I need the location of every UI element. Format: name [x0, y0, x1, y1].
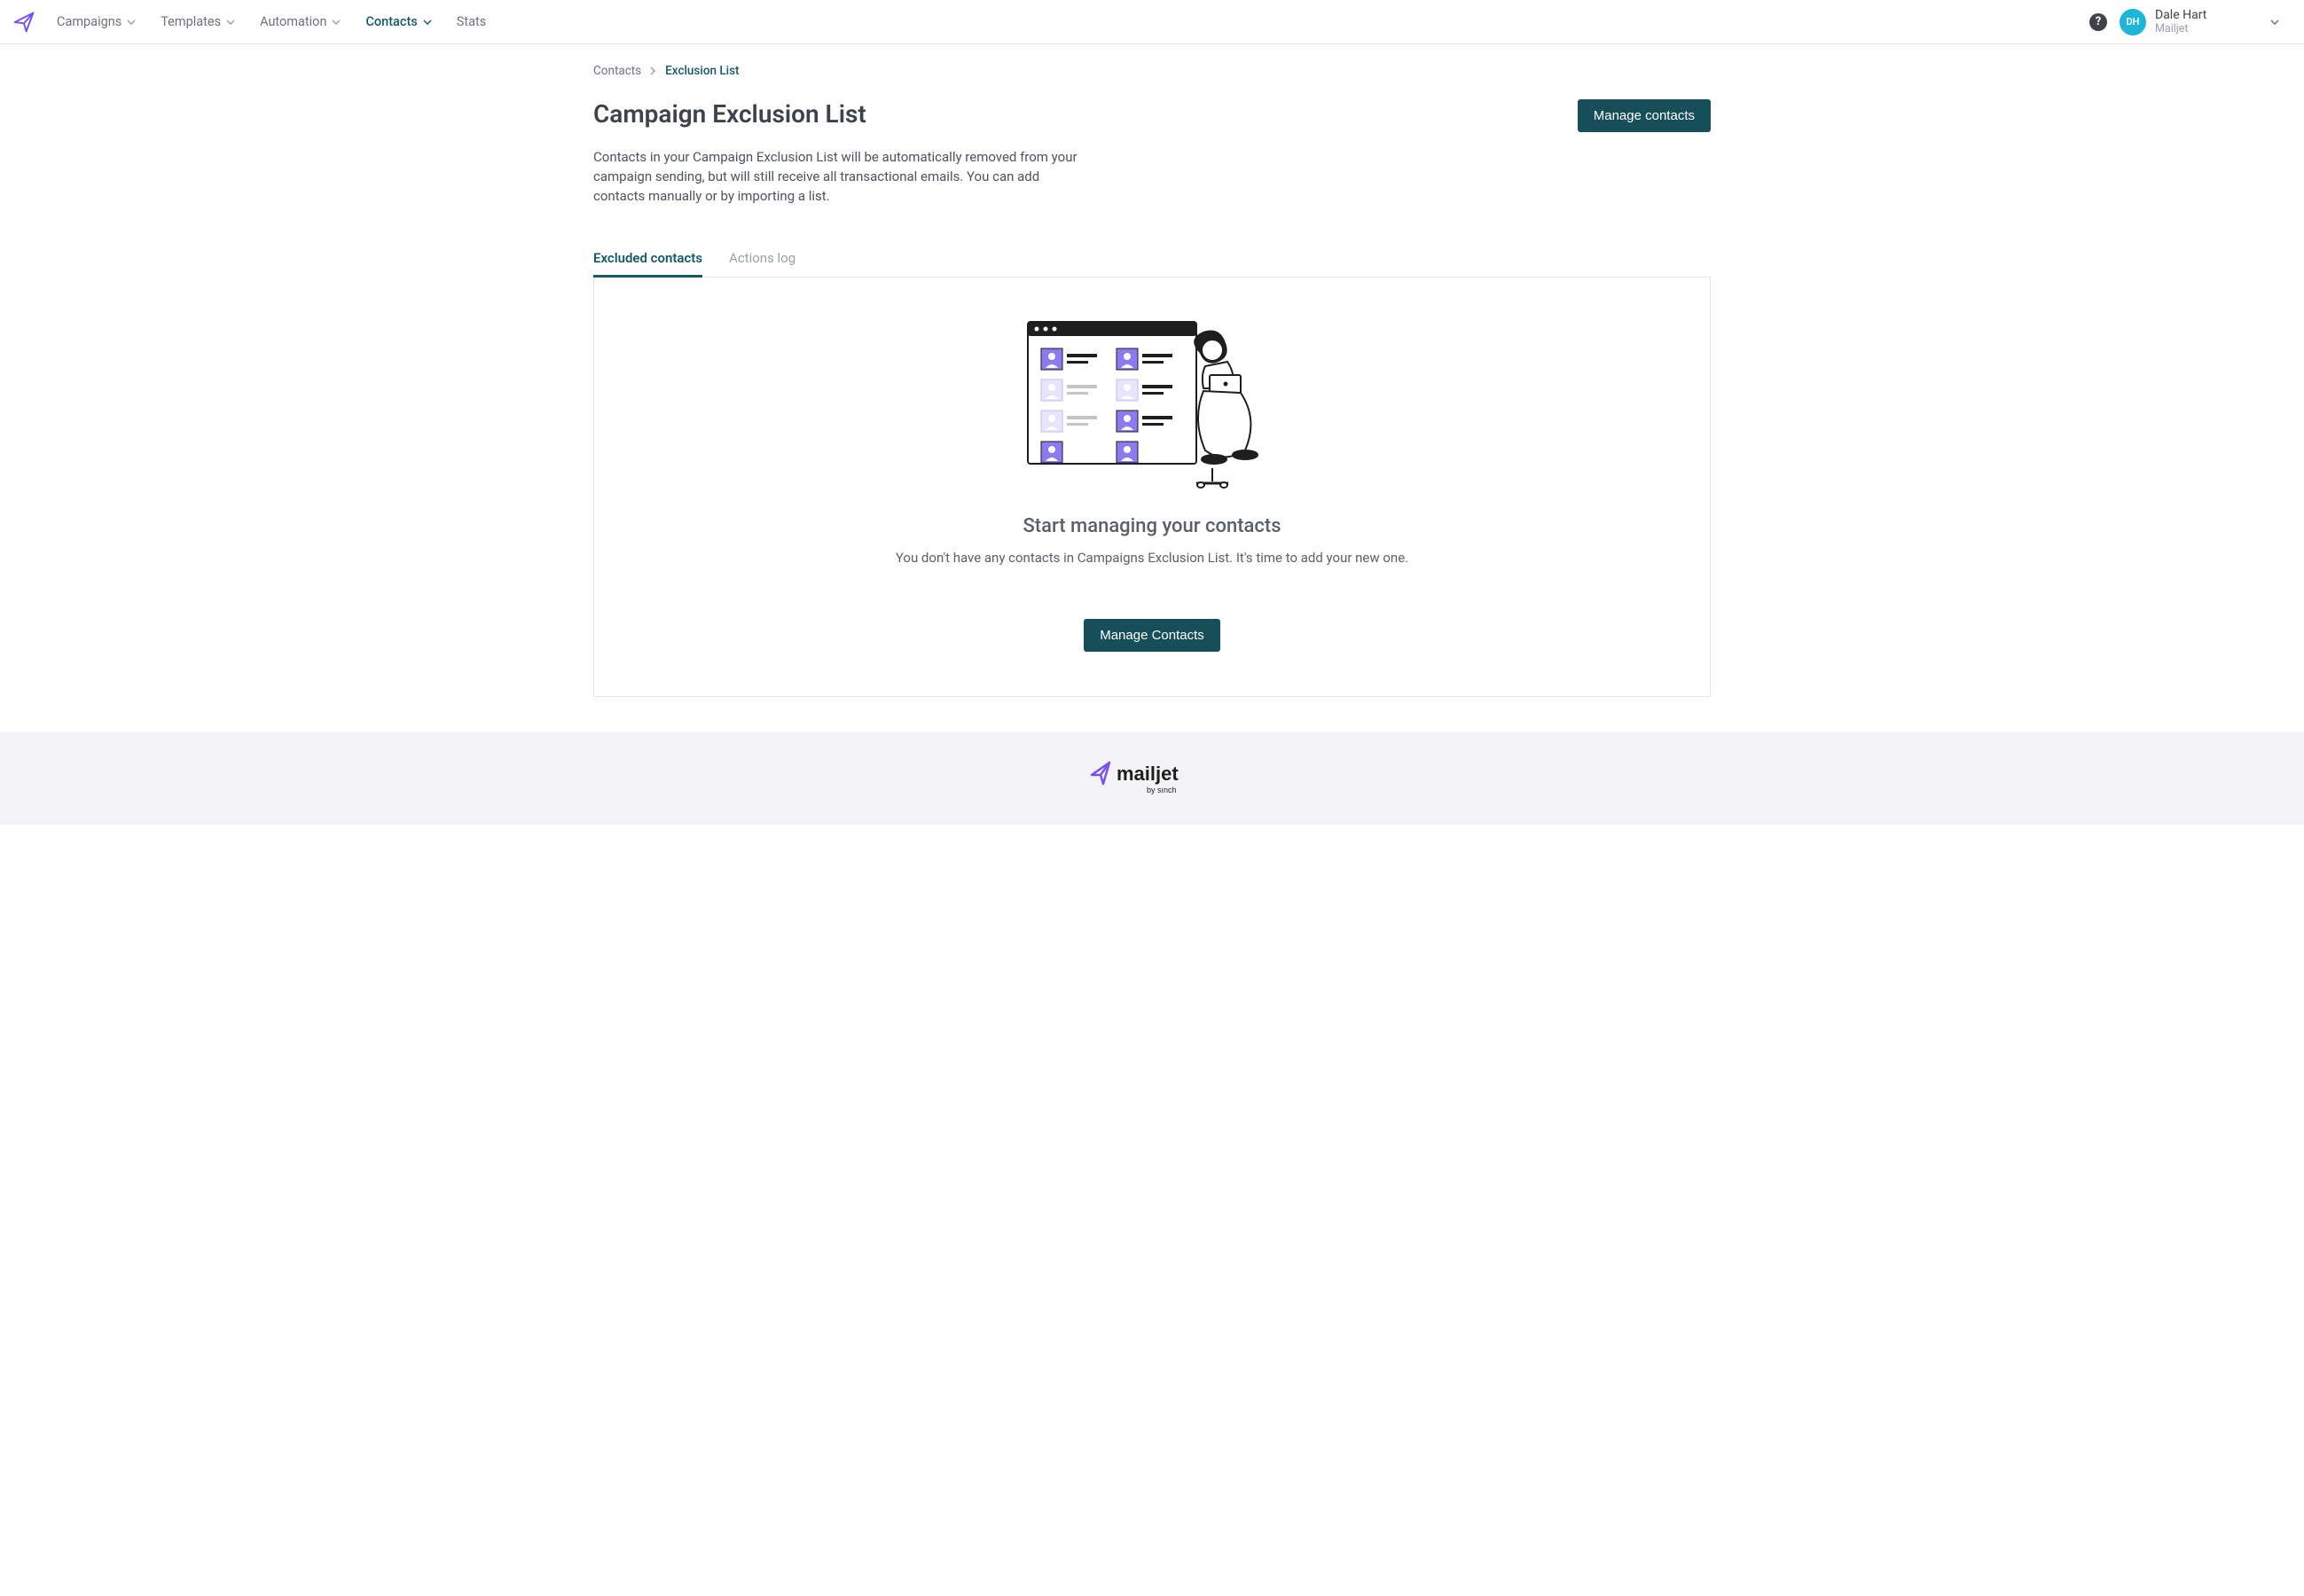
footer-byline-text: by sınch	[1147, 786, 1177, 794]
chevron-down-icon	[423, 20, 432, 25]
page-header: Campaign Exclusion List Manage contacts	[593, 99, 1711, 132]
empty-state-subtitle: You don't have any contacts in Campaigns…	[896, 550, 1408, 566]
empty-state-title: Start managing your contacts	[1023, 515, 1281, 537]
empty-state-panel: Start managing your contacts You don't h…	[593, 278, 1711, 697]
nav-label: Contacts	[365, 14, 417, 29]
nav-campaigns[interactable]: Campaigns	[44, 0, 148, 44]
nav-label: Campaigns	[57, 14, 121, 29]
user-menu[interactable]: DH Dale Hart Mailjet	[2120, 8, 2279, 35]
nav-label: Automation	[260, 14, 326, 29]
footer-brand-text: mailjet	[1117, 763, 1179, 785]
contacts-illustration	[1019, 313, 1285, 490]
tab-excluded-contacts[interactable]: Excluded contacts	[593, 241, 702, 278]
tab-actions-log[interactable]: Actions log	[729, 241, 795, 278]
nav-label: Templates	[161, 14, 221, 29]
chevron-down-icon	[2270, 20, 2279, 25]
user-texts: Dale Hart Mailjet	[2155, 8, 2206, 35]
user-org: Mailjet	[2155, 22, 2206, 35]
breadcrumb-current: Exclusion List	[665, 64, 739, 78]
chevron-down-icon	[226, 20, 235, 25]
breadcrumb: Contacts Exclusion List	[593, 64, 1711, 78]
nav-stats[interactable]: Stats	[444, 0, 498, 44]
nav-label: Stats	[457, 14, 486, 29]
help-icon[interactable]: ?	[2089, 13, 2107, 31]
tabs: Excluded contacts Actions log	[593, 241, 1711, 278]
chevron-down-icon	[127, 20, 136, 25]
avatar: DH	[2120, 9, 2146, 35]
user-name: Dale Hart	[2155, 8, 2206, 22]
nav-right: ? DH Dale Hart Mailjet	[2089, 8, 2297, 35]
chevron-down-icon	[332, 20, 341, 25]
breadcrumb-parent[interactable]: Contacts	[593, 64, 641, 78]
manage-contacts-button-empty[interactable]: Manage Contacts	[1084, 619, 1220, 652]
footer: mailjet by sınch	[0, 732, 2304, 825]
manage-contacts-button[interactable]: Manage contacts	[1578, 99, 1711, 132]
nav-templates[interactable]: Templates	[148, 0, 247, 44]
page-description: Contacts in your Campaign Exclusion List…	[593, 148, 1090, 206]
chevron-right-icon	[650, 66, 656, 75]
logo[interactable]	[7, 11, 44, 34]
mailjet-logo: mailjet by sınch	[1090, 759, 1214, 798]
paper-plane-icon	[12, 11, 35, 34]
top-nav: Campaigns Templates Automation Contacts …	[0, 0, 2304, 44]
nav-items: Campaigns Templates Automation Contacts …	[44, 0, 498, 44]
nav-automation[interactable]: Automation	[247, 0, 353, 44]
page-content: Contacts Exclusion List Campaign Exclusi…	[584, 44, 1720, 697]
nav-contacts[interactable]: Contacts	[353, 0, 443, 44]
page-title: Campaign Exclusion List	[593, 99, 866, 129]
